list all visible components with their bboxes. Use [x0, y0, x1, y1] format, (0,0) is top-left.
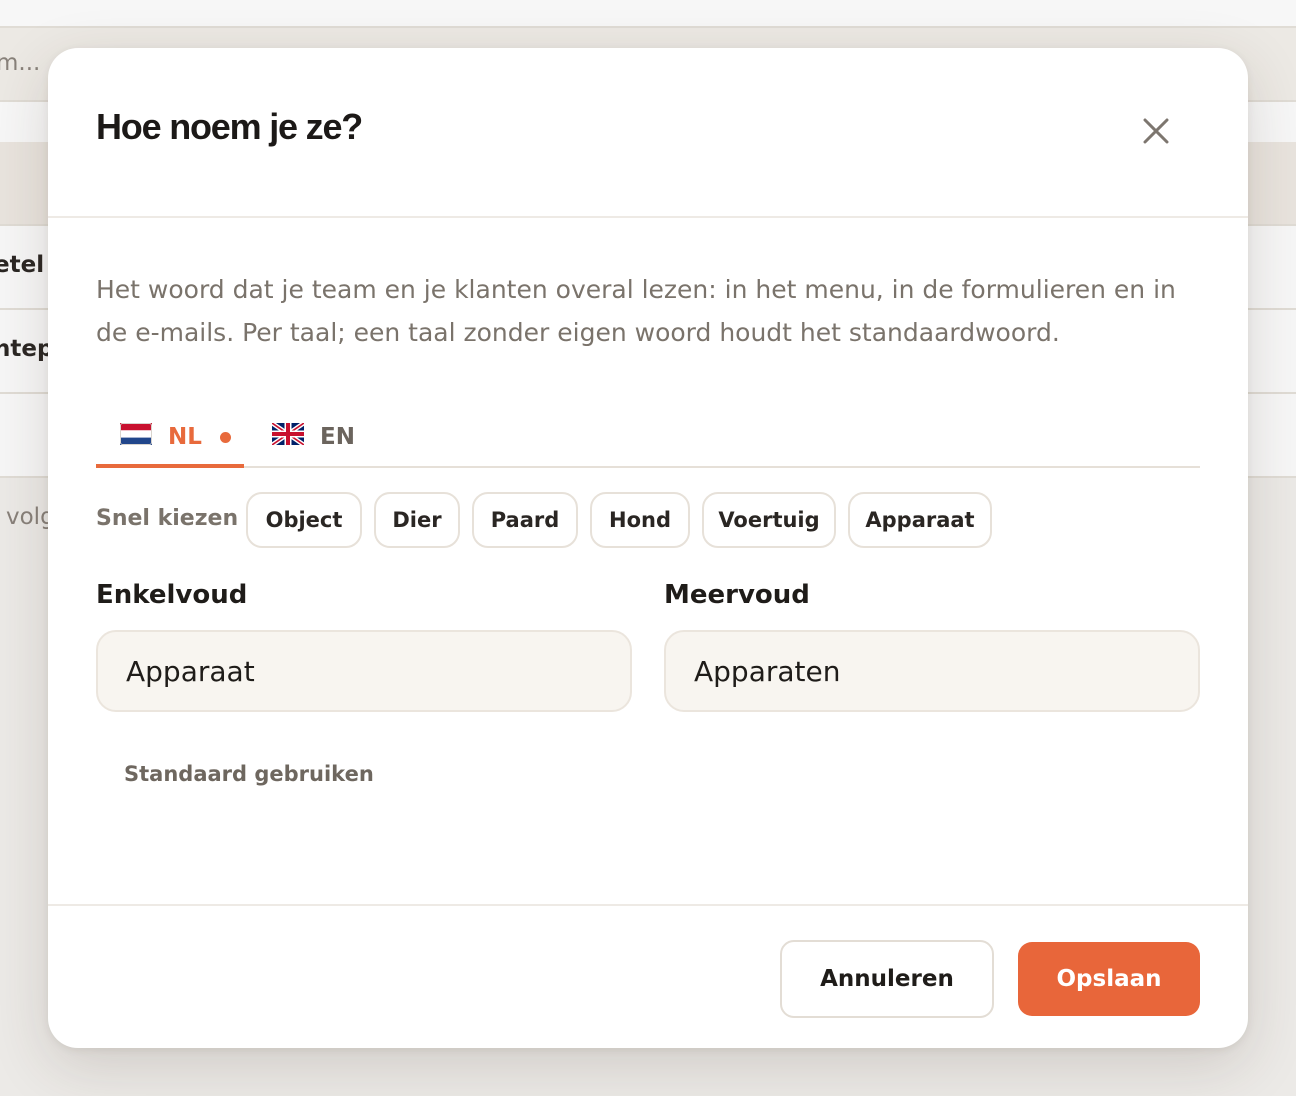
uk-flag-icon: [270, 421, 306, 451]
close-button[interactable]: [1126, 103, 1186, 163]
quick-pick-apparaat[interactable]: Apparaat: [848, 492, 992, 548]
dialog-header: Hoe noem je ze?: [48, 48, 1248, 218]
plural-label: Meervoud: [664, 580, 810, 610]
tab-en-label: EN: [320, 424, 355, 450]
cancel-button[interactable]: Annuleren: [780, 940, 994, 1018]
quick-pick-label: Snel kiezen: [96, 506, 239, 531]
unsaved-indicator-dot: [219, 431, 231, 443]
quick-pick-voertuig[interactable]: Voertuig: [702, 492, 836, 548]
quick-pick-hond[interactable]: Hond: [590, 492, 690, 548]
naming-dialog: Hoe noem je ze? Het woord dat je team en…: [48, 48, 1248, 1048]
use-default-button[interactable]: Standaard gebruiken: [124, 762, 374, 786]
quick-pick-object[interactable]: Object: [246, 492, 362, 548]
dialog-description: Het woord dat je team en je klanten over…: [96, 275, 1176, 347]
tab-nl-label: NL: [168, 424, 202, 450]
tab-en[interactable]: EN: [270, 408, 382, 466]
singular-input[interactable]: [96, 630, 632, 712]
singular-label: Enkelvoud: [96, 580, 248, 610]
quick-pick-dier[interactable]: Dier: [374, 492, 460, 548]
language-tabs: NL EN: [96, 408, 1200, 468]
tab-nl[interactable]: NL: [96, 408, 244, 468]
quick-pick-paard[interactable]: Paard: [472, 492, 578, 548]
dialog-title: Hoe noem je ze?: [96, 106, 363, 147]
save-button[interactable]: Opslaan: [1018, 942, 1200, 1016]
netherlands-flag-icon: [120, 423, 152, 451]
dialog-footer: Annuleren Opslaan: [48, 904, 1248, 1048]
close-icon: [1142, 117, 1170, 149]
plural-input[interactable]: [664, 630, 1200, 712]
